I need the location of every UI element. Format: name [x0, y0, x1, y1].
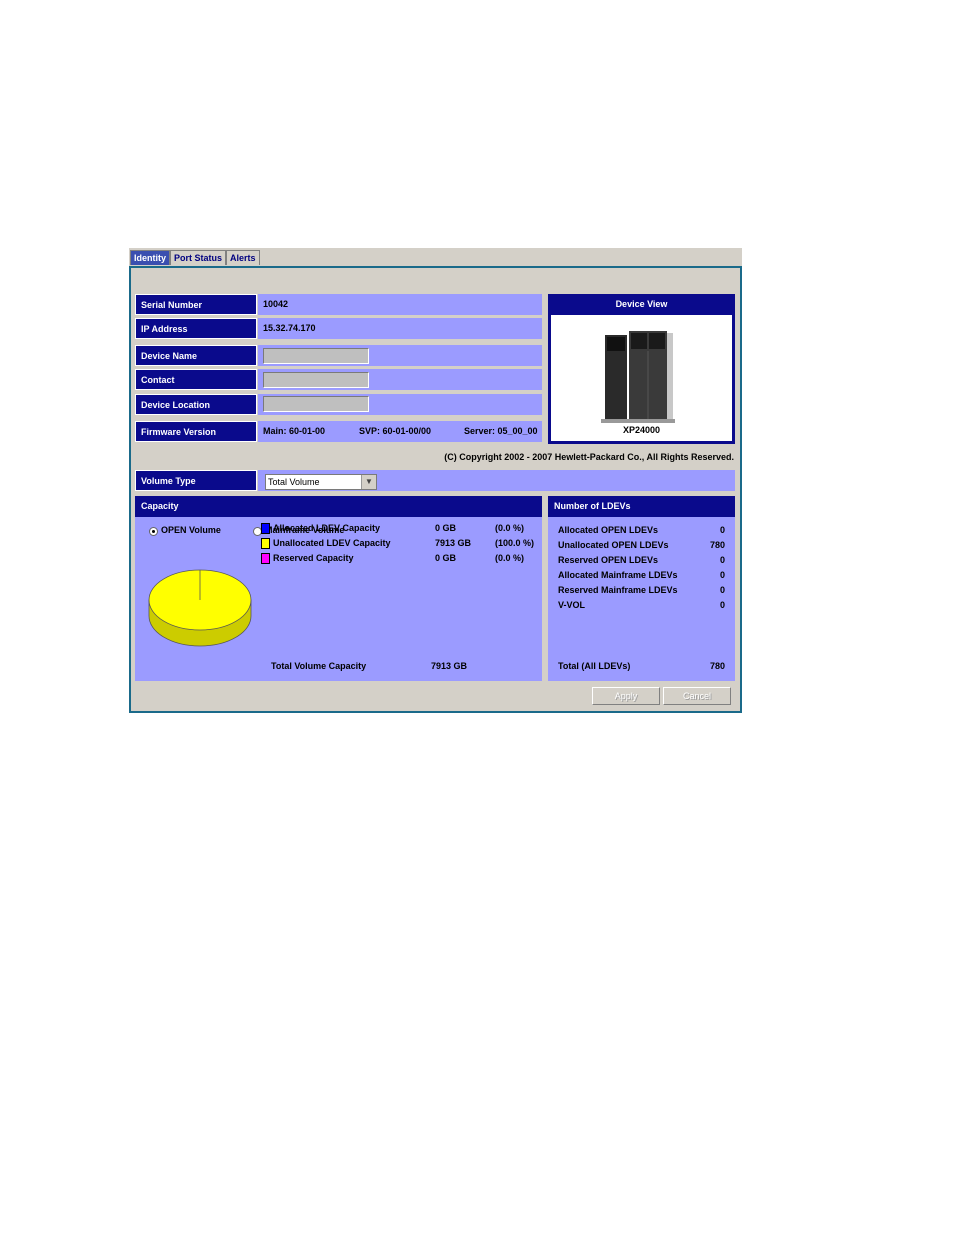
total-volume-capacity-value: 7913 GB: [431, 661, 468, 671]
ldev-row-value: 780: [709, 540, 725, 550]
ip-address-label: IP Address: [135, 318, 257, 339]
legend-label: Unallocated LDEV Capacity: [273, 538, 391, 548]
legend-swatch: [261, 553, 270, 564]
firmware-version-label: Firmware Version: [135, 421, 257, 442]
tab-port-status[interactable]: Port Status: [170, 250, 227, 265]
legend-size: 7913 GB: [435, 538, 472, 548]
device-properties-window: Identity Port Status Alerts Serial Numbe…: [129, 248, 742, 713]
ldev-total-label: Total (All LDEVs): [558, 661, 631, 671]
legend-percent: (100.0 %): [495, 538, 535, 548]
device-name-label: Device Name: [135, 345, 257, 366]
capacity-title: Capacity: [135, 496, 542, 517]
tab-identity[interactable]: Identity: [130, 250, 171, 265]
legend-label: Allocated LDEV Capacity: [273, 523, 381, 533]
ldev-row-value: 0: [719, 555, 725, 565]
serial-number-value: 10042: [258, 294, 542, 315]
legend-label: Reserved Capacity: [273, 553, 354, 563]
total-volume-capacity-label: Total Volume Capacity: [271, 661, 367, 671]
copyright-text: (C) Copyright 2002 - 2007 Hewlett-Packar…: [444, 452, 734, 462]
open-volume-radio[interactable]: [149, 527, 158, 536]
cancel-button[interactable]: Cancel: [663, 687, 731, 705]
volume-type-value: Total Volume: [268, 477, 320, 487]
firmware-main: Main: 60-01-00: [263, 426, 326, 436]
legend-size: 0 GB: [435, 523, 457, 533]
ldev-row-label: Allocated Mainframe LDEVs: [558, 570, 678, 580]
tab-alerts[interactable]: Alerts: [226, 250, 260, 265]
contact-label: Contact: [135, 369, 257, 390]
open-volume-label: OPEN Volume: [161, 525, 221, 535]
contact-field[interactable]: [263, 372, 369, 388]
legend-percent: (0.0 %): [495, 523, 525, 533]
ldev-row-label: Unallocated OPEN LDEVs: [558, 540, 669, 550]
legend-size: 0 GB: [435, 553, 457, 563]
ldev-total-value: 780: [709, 661, 725, 671]
ip-address-value: 15.32.74.170: [258, 318, 542, 339]
device-view-panel: Device View XP24000: [548, 294, 735, 444]
ldev-count-panel: Number of LDEVs Allocated OPEN LDEVs 0 Una…: [548, 496, 735, 681]
serial-number-label: Serial Number: [135, 294, 257, 315]
apply-button[interactable]: Apply: [592, 687, 660, 705]
ldev-row-label: V-VOL: [558, 600, 586, 610]
device-location-label: Device Location: [135, 394, 257, 415]
chevron-down-icon[interactable]: ▼: [361, 475, 376, 489]
device-name-field[interactable]: [263, 348, 369, 364]
ldev-row-value: 0: [719, 585, 725, 595]
device-view-title: Device View: [548, 294, 735, 315]
ldev-count-title: Number of LDEVs: [548, 496, 735, 517]
device-model: XP24000: [622, 425, 661, 435]
capacity-pie-chart: [148, 569, 252, 647]
device-location-field[interactable]: [263, 396, 369, 412]
firmware-server: Server: 05_00_00: [464, 426, 538, 436]
volume-type-label: Volume Type: [135, 470, 257, 491]
device-view-box: XP24000: [551, 315, 732, 441]
firmware-version-row: Main: 60-01-00 SVP: 60-01-00/00 Server: …: [258, 421, 542, 442]
identity-panel: Serial Number 10042 IP Address 15.32.74.…: [129, 266, 742, 713]
volume-type-select[interactable]: Total Volume ▼: [265, 474, 377, 490]
legend-swatch: [261, 538, 270, 549]
ldev-row-value: 0: [719, 525, 725, 535]
firmware-svp: SVP: 60-01-00/00: [359, 426, 432, 436]
ldev-row-value: 0: [719, 570, 725, 580]
ldev-row-value: 0: [719, 600, 725, 610]
ldev-row-label: Reserved Mainframe LDEVs: [558, 585, 678, 595]
ldev-row-label: Allocated OPEN LDEVs: [558, 525, 659, 535]
capacity-panel: Capacity OPEN Volume Mainframe Volume Al…: [135, 496, 542, 681]
ldev-row-label: Reserved OPEN LDEVs: [558, 555, 659, 565]
legend-percent: (0.0 %): [495, 553, 525, 563]
tab-bar: Identity Port Status Alerts: [129, 248, 742, 266]
legend-swatch: [261, 523, 270, 534]
storage-array-image: [601, 331, 675, 423]
